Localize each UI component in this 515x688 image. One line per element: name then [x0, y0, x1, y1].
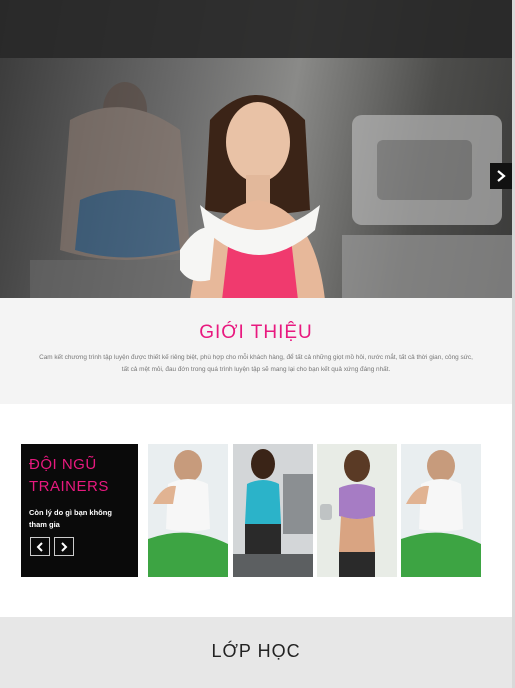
intro-text: Cam kết chương trình tập luyện được thiế…: [39, 354, 473, 373]
trainer-image: [148, 444, 228, 577]
trainer-image: [233, 444, 313, 577]
hero-model-image: [180, 95, 325, 298]
chevron-left-icon: [36, 541, 43, 552]
top-navbar: [0, 0, 512, 58]
trainers-title: ĐỘI NGŨ TRAINERS: [29, 454, 130, 498]
trainers-prev-button[interactable]: [30, 537, 50, 556]
trainer-photo[interactable]: [401, 444, 481, 577]
intro-title: GIỚI THIỆU: [199, 322, 313, 343]
chevron-right-icon: [61, 541, 68, 552]
hero-slider: [0, 0, 512, 298]
trainer-photo[interactable]: [233, 444, 313, 577]
trainers-carousel-controls: [30, 537, 74, 556]
classes-title: LỚP HỌC: [211, 641, 301, 661]
trainer-image: [317, 444, 397, 577]
classes-section: LỚP HỌC: [0, 617, 512, 688]
chevron-right-icon: [497, 170, 506, 182]
trainer-photo[interactable]: [148, 444, 228, 577]
intro-section: GIỚI THIỆU Cam kết chương trình tập luyệ…: [0, 298, 512, 404]
slider-next-button[interactable]: [490, 163, 512, 189]
trainer-image: [401, 444, 481, 577]
trainers-title-line1: ĐỘI NGŨ: [29, 456, 97, 473]
hero-treadmill: [342, 115, 512, 298]
trainer-photo[interactable]: [317, 444, 397, 577]
trainers-next-button[interactable]: [54, 537, 74, 556]
trainers-title-line2: TRAINERS: [29, 478, 109, 495]
trainers-box: ĐỘI NGŨ TRAINERS Còn lý do gì bạn không …: [21, 444, 138, 577]
trainers-subtitle: Còn lý do gì bạn không tham gia: [29, 508, 112, 529]
